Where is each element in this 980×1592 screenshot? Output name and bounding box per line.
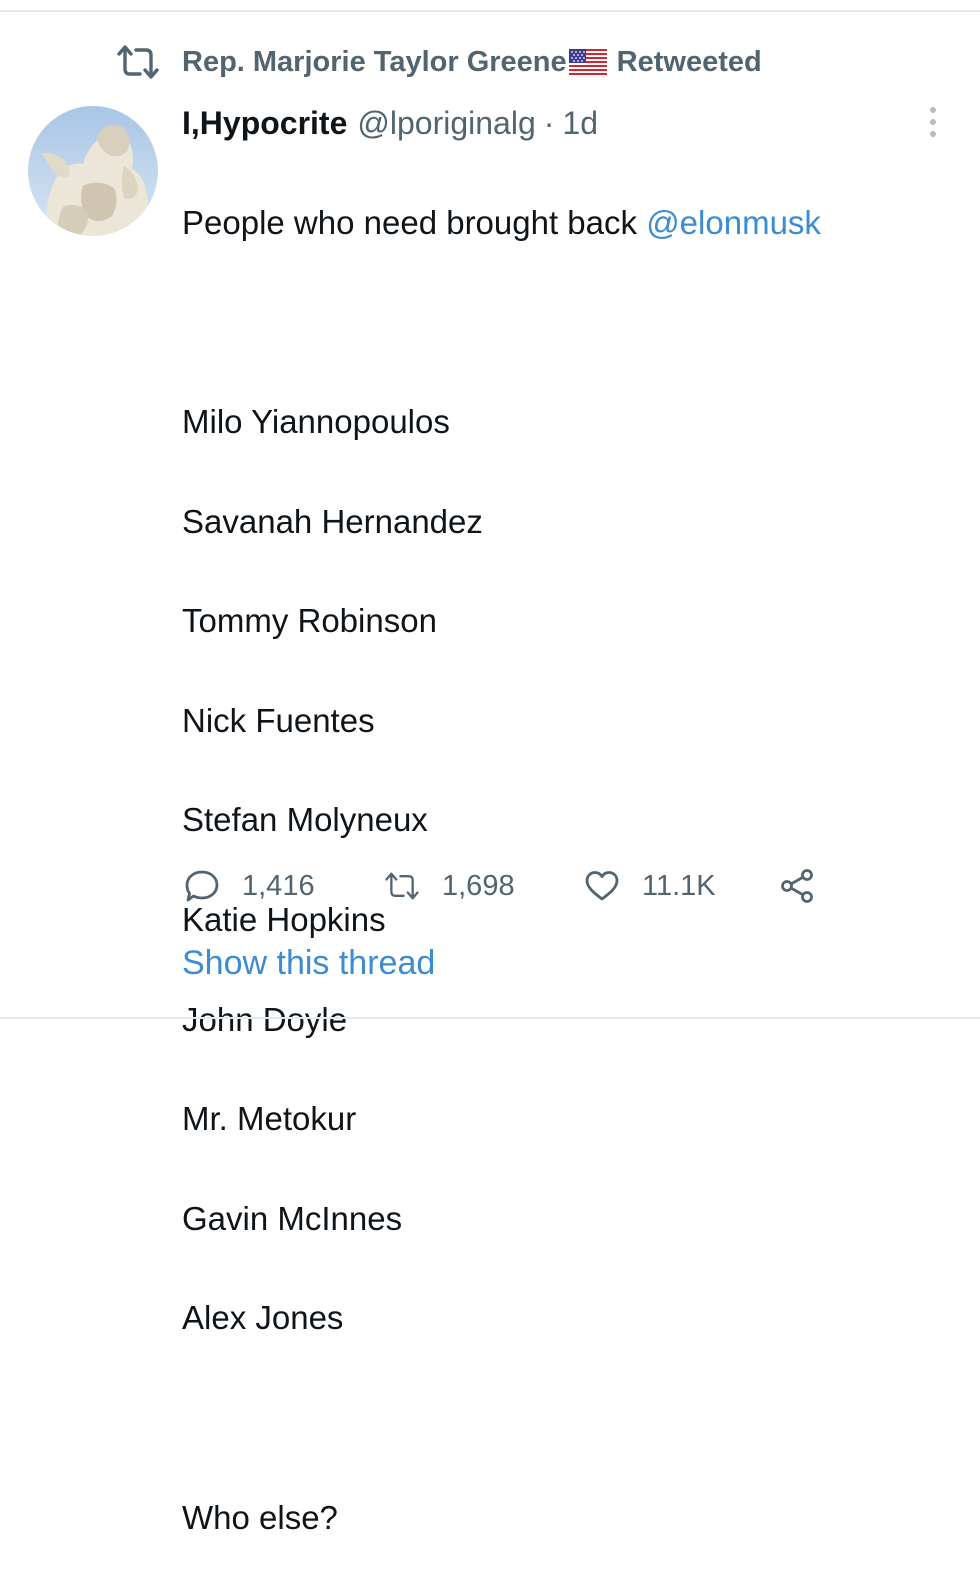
tweet-intro: People who need brought back xyxy=(182,203,647,241)
list-item: Tommy Robinson xyxy=(182,602,437,640)
retweet-icon xyxy=(385,872,419,900)
retweeted-label: Retweeted xyxy=(616,45,762,78)
statue-avatar-image xyxy=(28,106,158,236)
list-item: Stefan Molyneux xyxy=(182,801,428,839)
heart-icon xyxy=(585,871,619,901)
separator-dot: · xyxy=(543,104,555,141)
share-button[interactable] xyxy=(779,868,815,904)
retweet-icon xyxy=(117,45,159,79)
reply-icon xyxy=(185,870,219,902)
list-item: Savanah Hernandez xyxy=(182,502,483,540)
retweet-button[interactable]: 1,698 xyxy=(384,868,584,904)
us-flag-icon xyxy=(568,49,607,75)
timestamp[interactable]: 1d xyxy=(562,105,598,142)
share-icon xyxy=(781,869,813,903)
like-count: 11.1K xyxy=(642,869,716,902)
display-name[interactable]: I,Hypocrite xyxy=(182,105,347,142)
list-item: Milo Yiannopoulos xyxy=(182,402,450,440)
tweet-header: I,Hypocrite @lporiginalg · 1d xyxy=(182,100,598,146)
like-button[interactable]: 11.1K xyxy=(584,868,779,904)
retweet-banner[interactable]: Rep. Marjorie Taylor Greene Retweeted xyxy=(116,40,762,84)
tweet-first-line: People who need brought back @elonmusk xyxy=(182,198,962,248)
list-item: Nick Fuentes xyxy=(182,701,375,739)
list-item: Alex Jones xyxy=(182,1299,344,1337)
bottom-divider xyxy=(0,1017,980,1019)
mention-link[interactable]: @elonmusk xyxy=(646,204,821,241)
retweet-count: 1,698 xyxy=(442,869,515,902)
list-item: John Doyle xyxy=(182,1000,348,1038)
retweeter-name[interactable]: Rep. Marjorie Taylor Greene xyxy=(182,46,567,79)
avatar[interactable] xyxy=(28,106,158,236)
retweet-banner-text: Rep. Marjorie Taylor Greene Retweeted xyxy=(182,46,762,79)
user-handle[interactable]: @lporiginalg xyxy=(357,105,535,142)
more-options-icon[interactable] xyxy=(922,104,944,140)
list-item: Gavin McInnes xyxy=(182,1199,403,1237)
top-divider xyxy=(0,10,980,12)
list-item: Mr. Metokur xyxy=(182,1100,357,1138)
reply-count: 1,416 xyxy=(242,869,315,902)
show-thread-link[interactable]: Show this thread xyxy=(182,944,435,983)
tweet-actions: 1,416 1,698 11.1K xyxy=(184,864,815,908)
tweet-closing: Who else? xyxy=(182,1498,338,1536)
reply-button[interactable]: 1,416 xyxy=(184,868,384,904)
